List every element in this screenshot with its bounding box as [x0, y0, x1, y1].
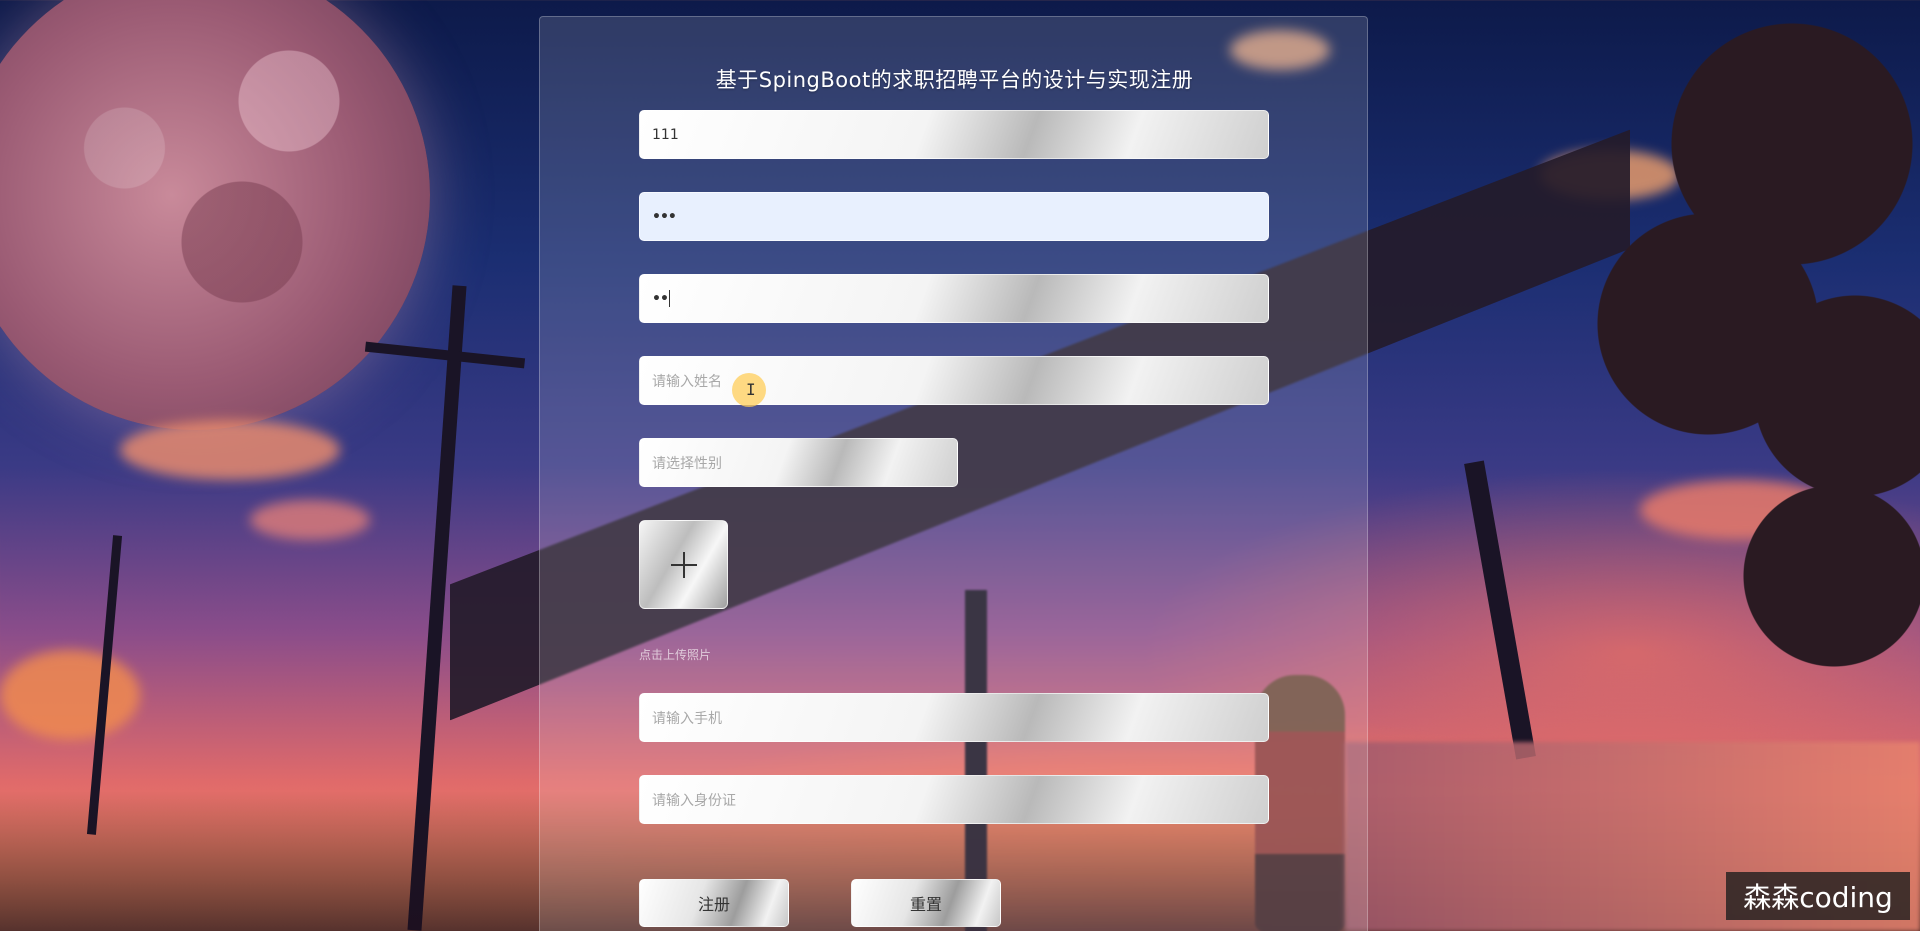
- confirm-password-value: ••: [652, 290, 669, 307]
- gender-select[interactable]: 请选择性别: [639, 438, 958, 487]
- register-panel: 基于SpingBoot的求职招聘平台的设计与实现注册 111 ••• •• 请输…: [539, 16, 1368, 931]
- idcard-field[interactable]: 请输入身份证: [639, 775, 1269, 824]
- name-placeholder: 请输入姓名: [652, 373, 722, 390]
- username-value: 111: [652, 126, 679, 143]
- utility-pole-crossbar: [364, 341, 526, 369]
- idcard-placeholder: 请输入身份证: [652, 792, 736, 809]
- text-caret: [668, 290, 670, 307]
- cloud: [1540, 150, 1680, 200]
- bus-stop-post: [1464, 460, 1536, 760]
- page-title: 基于SpingBoot的求职招聘平台的设计与实现注册: [715, 68, 1194, 92]
- utility-pole: [407, 285, 467, 931]
- phone-placeholder: 请输入手机: [652, 710, 722, 727]
- upload-hint: 点击上传照片: [639, 648, 712, 662]
- password-value: •••: [652, 208, 677, 225]
- text-cursor-icon: I: [746, 380, 756, 399]
- cloud: [120, 420, 340, 480]
- reset-button[interactable]: 重置: [851, 879, 1001, 927]
- utility-pole: [86, 535, 123, 835]
- cloud: [250, 500, 370, 540]
- cloud: [1640, 480, 1840, 540]
- username-field[interactable]: 111: [639, 110, 1269, 159]
- confirm-password-field[interactable]: ••: [639, 274, 1269, 323]
- password-field[interactable]: •••: [639, 192, 1269, 241]
- moon-image: [0, 0, 430, 430]
- register-button[interactable]: 注册: [639, 879, 789, 927]
- gender-placeholder: 请选择性别: [652, 455, 722, 472]
- watermark-label: 森森coding: [1726, 872, 1910, 920]
- plus-icon: [670, 551, 697, 578]
- phone-field[interactable]: 请输入手机: [639, 693, 1269, 742]
- photo-upload-button[interactable]: [639, 520, 728, 609]
- tree-silhouette: [1540, 0, 1920, 720]
- cloud: [0, 650, 140, 740]
